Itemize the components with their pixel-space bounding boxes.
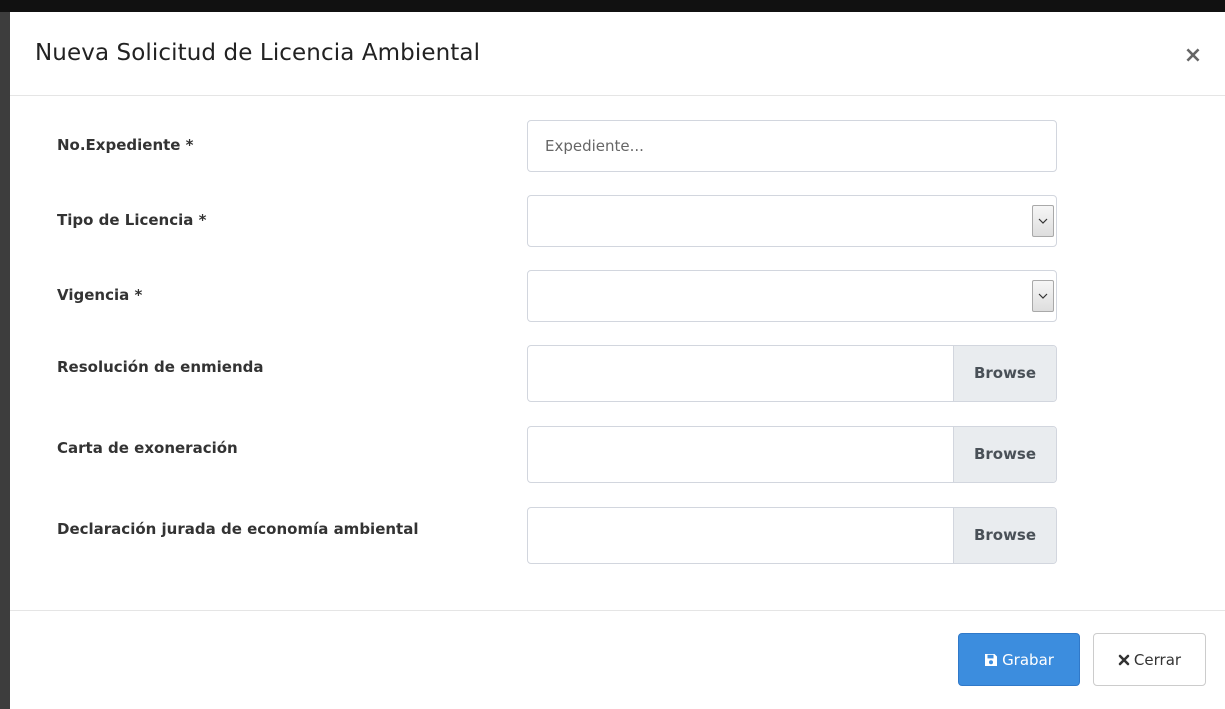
tipo-licencia-label: Tipo de Licencia * (57, 211, 207, 229)
vigencia-select[interactable] (527, 270, 1057, 322)
declaracion-jurada-file-input[interactable]: Browse (527, 507, 1057, 564)
page-background-strip (0, 0, 10, 709)
chevron-down-icon[interactable] (1032, 280, 1054, 312)
resolucion-enmienda-browse-button[interactable]: Browse (953, 346, 1056, 401)
modal-header: Nueva Solicitud de Licencia Ambiental × (10, 12, 1225, 96)
carta-exoneracion-label: Carta de exoneración (57, 439, 238, 457)
resolucion-enmienda-label: Resolución de enmienda (57, 358, 264, 376)
vigencia-label: Vigencia * (57, 286, 143, 304)
expediente-label: No.Expediente * (57, 136, 194, 154)
grabar-button-label: Grabar (1002, 650, 1054, 669)
declaracion-jurada-file-name[interactable] (528, 508, 954, 563)
carta-exoneracion-file-input[interactable]: Browse (527, 426, 1057, 483)
modal-footer: Grabar Cerrar (10, 610, 1225, 709)
carta-exoneracion-file-name[interactable] (528, 427, 954, 482)
expediente-input[interactable] (527, 120, 1057, 172)
license-request-modal: Nueva Solicitud de Licencia Ambiental × … (10, 12, 1225, 709)
modal-body: No.Expediente * Tipo de Licencia * Vigen… (10, 96, 1225, 610)
x-icon (1118, 654, 1130, 666)
resolucion-enmienda-file-input[interactable]: Browse (527, 345, 1057, 402)
declaracion-jurada-label: Declaración jurada de economía ambiental (57, 520, 419, 538)
chevron-down-icon[interactable] (1032, 205, 1054, 237)
declaracion-jurada-browse-button[interactable]: Browse (953, 508, 1056, 563)
carta-exoneracion-browse-button[interactable]: Browse (953, 427, 1056, 482)
cerrar-button[interactable]: Cerrar (1093, 633, 1206, 686)
grabar-button[interactable]: Grabar (958, 633, 1080, 686)
modal-title: Nueva Solicitud de Licencia Ambiental (35, 40, 481, 66)
floppy-disk-icon (984, 653, 998, 667)
tipo-licencia-select[interactable] (527, 195, 1057, 247)
resolucion-enmienda-file-name[interactable] (528, 346, 954, 401)
page-top-bar (0, 0, 1225, 12)
close-icon[interactable]: × (1183, 45, 1203, 67)
cerrar-button-label: Cerrar (1133, 650, 1182, 669)
